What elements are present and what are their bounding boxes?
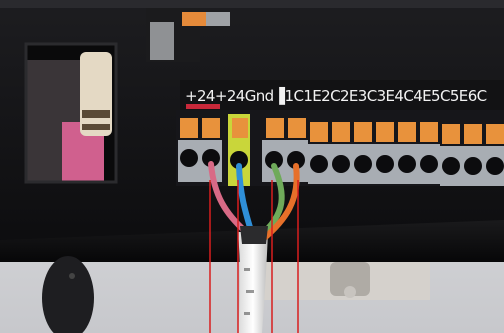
- housing-top-edge: [0, 0, 504, 8]
- cream-component-band: [82, 110, 110, 118]
- upper-module-face: [150, 22, 174, 60]
- upper-module-orange: [182, 12, 208, 26]
- terminal-labels: +24+24Gnd▐1C1E2C2E3C3E4C4E5C5E6C: [185, 87, 487, 105]
- cream-component-band-2: [82, 124, 110, 130]
- wire-shield-black: [240, 226, 268, 244]
- light-shelf: [262, 262, 430, 300]
- wiring-photo: [0, 0, 504, 333]
- terminal-label-strip: +24+24Gnd▐1C1E2C2E3C3E4C4E5C5E6C: [185, 81, 504, 111]
- photo-scene: +24+24Gnd▐1C1E2C2E3C3E4C4E5C5E6C: [0, 0, 504, 333]
- upper-module-gray: [206, 12, 230, 26]
- terminal-block: [176, 104, 504, 186]
- cream-component: [80, 52, 112, 136]
- round-base-bolt: [69, 273, 75, 279]
